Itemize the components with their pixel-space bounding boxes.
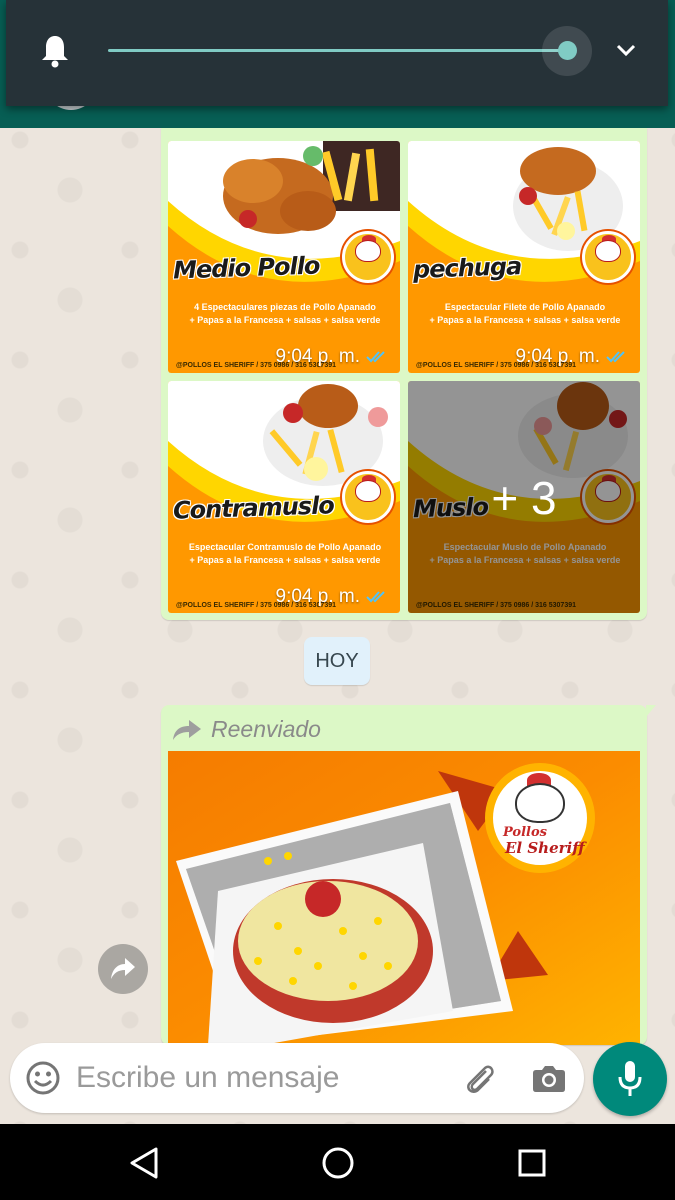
system-nav-bar: [0, 1124, 675, 1200]
chevron-down-icon[interactable]: [612, 36, 640, 64]
message-meta: 9:04 p. m.: [276, 346, 391, 368]
bubble-tail: [646, 705, 656, 717]
bell-icon[interactable]: [40, 33, 70, 69]
voice-record-button[interactable]: [593, 1042, 667, 1116]
tile-description: Espectacular Filete de Pollo Apanado + P…: [429, 302, 621, 325]
more-count: + 3: [491, 472, 557, 524]
volume-slider[interactable]: [108, 26, 592, 76]
gallery-tile[interactable]: Medio Pollo 4 Espectaculares piezas de P…: [168, 141, 400, 373]
message-meta: 9:04 p. m.: [516, 346, 631, 368]
emoji-icon[interactable]: [26, 1061, 60, 1095]
message-time: 9:04 p. m.: [275, 586, 361, 607]
forwarded-text: Reenviado: [211, 716, 321, 742]
tile-description: Espectacular Contramuslo de Pollo Apanad…: [188, 542, 382, 565]
gallery-tile[interactable]: Contramuslo Espectacular Contramuslo de …: [168, 381, 400, 613]
gallery-tile-more[interactable]: Muslo Espectacular Muslo de Pollo Apanad…: [408, 381, 640, 613]
back-icon[interactable]: [128, 1146, 160, 1180]
message-input[interactable]: [76, 1060, 436, 1096]
tile-title: Medio Pollo: [172, 251, 320, 285]
message-time: 9:04 p. m.: [275, 346, 361, 367]
share-icon: [111, 958, 135, 979]
volume-thumb[interactable]: [557, 41, 577, 60]
date-separator: HOY: [304, 637, 370, 685]
brand-seal-icon: [582, 231, 634, 283]
recents-icon[interactable]: [517, 1148, 547, 1178]
gallery-message-bubble[interactable]: Medio Pollo 4 Espectaculares piezas de P…: [161, 128, 647, 620]
volume-panel: [6, 0, 668, 106]
brand-logo-line2: El Sheriff: [505, 839, 585, 857]
read-receipt-icon: [366, 591, 385, 603]
camera-icon[interactable]: [532, 1063, 566, 1093]
message-time: 9:04 p. m.: [515, 346, 601, 367]
brand-seal-icon: [342, 471, 394, 523]
brand-logo-line1: Pollos: [503, 825, 547, 840]
share-button[interactable]: [98, 944, 148, 994]
read-receipt-icon: [366, 351, 385, 363]
tile-title: Contramuslo: [172, 491, 335, 525]
read-receipt-icon: [606, 351, 625, 363]
forward-arrow-icon: [173, 719, 201, 740]
gallery-tile[interactable]: pechuga Espectacular Filete de Pollo Apa…: [408, 141, 640, 373]
tile-description: 4 Espectaculares piezas de Pollo Apanado…: [189, 302, 381, 325]
message-composer: [10, 1043, 584, 1113]
message-meta: 9:04 p. m.: [276, 586, 391, 608]
volume-track: [108, 49, 567, 52]
mic-icon: [618, 1061, 642, 1096]
forwarded-label: Reenviado: [173, 716, 321, 743]
forwarded-message-bubble[interactable]: Reenviado Pollos El Sheriff: [161, 705, 656, 1045]
forwarded-image[interactable]: Pollos El Sheriff: [168, 751, 640, 1045]
brand-logo: Pollos El Sheriff: [485, 763, 595, 873]
brand-seal-icon: [342, 231, 394, 283]
tile-title: pechuga: [412, 252, 522, 284]
paperclip-icon[interactable]: [462, 1061, 498, 1097]
home-icon[interactable]: [321, 1146, 355, 1180]
